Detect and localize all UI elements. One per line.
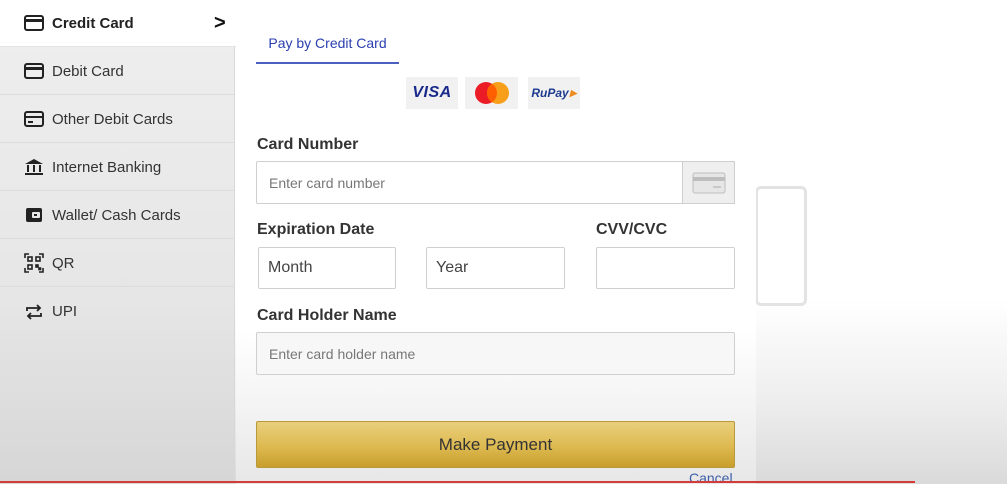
tab-pay-by-credit-card[interactable]: Pay by Credit Card — [256, 24, 399, 64]
expiration-date-label: Expiration Date — [257, 221, 375, 238]
sidebar-item-qr[interactable]: QR — [0, 240, 234, 287]
sidebar-item-upi[interactable]: UPI — [0, 288, 234, 335]
sidebar-item-label: Wallet/ Cash Cards — [52, 206, 181, 224]
sidebar-item-label: Credit Card — [52, 14, 134, 32]
card-number-label: Card Number — [257, 136, 359, 153]
chevron-right-icon: > — [214, 11, 226, 34]
card-icon — [692, 172, 725, 193]
cvv-label: CVV/CVC — [596, 221, 668, 238]
sidebar-item-label: Debit Card — [52, 62, 124, 80]
year-select[interactable]: Year — [426, 247, 565, 289]
credit-card-icon — [23, 13, 45, 33]
visa-logo: VISA — [406, 77, 458, 109]
bank-icon — [23, 157, 45, 177]
qr-icon — [23, 253, 45, 273]
sidebar-item-internet-banking[interactable]: Internet Banking — [0, 144, 234, 191]
payment-form-panel: Pay by Credit Card VISA RuPay ▶ Card Numb… — [236, 0, 756, 486]
make-payment-button[interactable]: Make Payment — [256, 421, 735, 468]
wallet-icon — [23, 205, 45, 225]
card-holder-name-label: Card Holder Name — [257, 307, 397, 324]
card-type-button[interactable] — [682, 161, 735, 204]
card-holder-name-input[interactable] — [256, 332, 735, 375]
month-select[interactable]: Month — [258, 247, 396, 289]
debit-card-icon — [23, 61, 45, 81]
sidebar-item-wallet[interactable]: Wallet/ Cash Cards — [0, 192, 234, 239]
cvv-input[interactable] — [596, 247, 735, 289]
card-number-input[interactable] — [256, 161, 684, 204]
rupay-arrow-icon: ▶ — [569, 87, 577, 98]
sidebar-item-label: Internet Banking — [52, 158, 162, 176]
rupay-logo: RuPay ▶ — [528, 77, 580, 109]
sidebar-item-credit-card[interactable]: Credit Card > — [0, 0, 236, 47]
sidebar-item-label: QR — [52, 254, 75, 272]
sidebar-item-label: UPI — [52, 303, 78, 320]
other-debit-card-icon — [23, 109, 45, 129]
background-watermark — [755, 186, 807, 306]
mastercard-logo — [465, 77, 518, 109]
bottom-accent-line — [0, 481, 915, 483]
payment-method-sidebar: Credit Card > Debit Card Other Debit Car… — [0, 0, 236, 484]
sidebar-item-other-debit-cards[interactable]: Other Debit Cards — [0, 96, 234, 143]
rupay-wordmark: RuPay — [531, 86, 569, 100]
upi-icon — [23, 302, 45, 322]
sidebar-item-debit-card[interactable]: Debit Card — [0, 48, 234, 95]
sidebar-item-label: Other Debit Cards — [52, 110, 173, 128]
